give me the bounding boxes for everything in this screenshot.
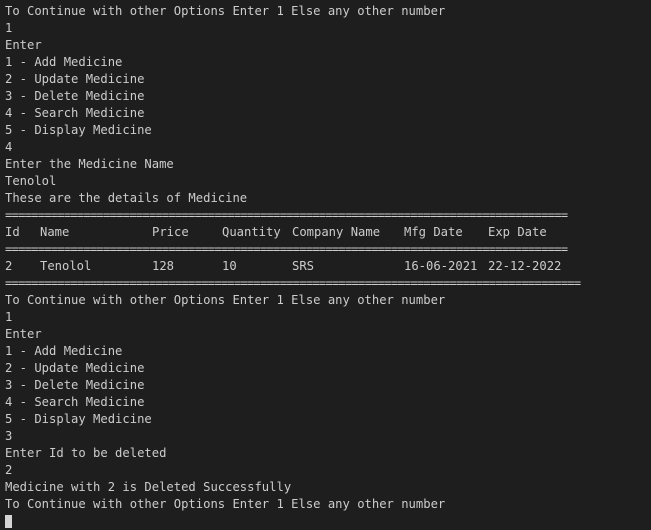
menu-option: 5 - Display Medicine bbox=[5, 412, 152, 426]
output-line: Enter bbox=[5, 327, 42, 341]
menu-option: 3 - Delete Medicine bbox=[5, 378, 145, 392]
column-header-exp-date: Exp Date bbox=[488, 225, 547, 239]
output-line: To Continue with other Options Enter 1 E… bbox=[5, 4, 446, 18]
table-header: Id Name Price Quantity Company Name Mfg … bbox=[5, 224, 651, 241]
text-cursor bbox=[5, 515, 12, 528]
input-line[interactable] bbox=[5, 513, 651, 530]
menu-option: 4 - Search Medicine bbox=[5, 395, 145, 409]
menu-option: 5 - Display Medicine bbox=[5, 123, 152, 137]
output-line: 4 bbox=[5, 140, 13, 154]
output-line: Enter Id to be deleted bbox=[5, 446, 167, 460]
cell-mfg-date: 16-06-2021 bbox=[404, 259, 478, 273]
menu-option: 2 - Update Medicine bbox=[5, 361, 145, 375]
output-line: 1 bbox=[5, 310, 13, 324]
output-line: 2 bbox=[5, 463, 13, 477]
output-line: 3 bbox=[5, 429, 13, 443]
menu-option: 3 - Delete Medicine bbox=[5, 89, 145, 103]
output-line: To Continue with other Options Enter 1 E… bbox=[5, 293, 446, 307]
cell-company: SRS bbox=[292, 259, 315, 273]
cell-name: Tenolol bbox=[40, 259, 92, 273]
output-line: Enter the Medicine Name bbox=[5, 157, 174, 171]
terminal-output[interactable]: To Continue with other Options Enter 1 E… bbox=[0, 0, 651, 528]
cell-price: 128 bbox=[152, 259, 175, 273]
table-separator: ========================================… bbox=[5, 242, 568, 256]
table-separator: ========================================… bbox=[5, 208, 568, 222]
table-separator: ========================================… bbox=[5, 276, 581, 290]
cell-id: 2 bbox=[5, 259, 13, 273]
menu-option: 1 - Add Medicine bbox=[5, 55, 123, 69]
column-header-name: Name bbox=[40, 225, 70, 239]
column-header-id: Id bbox=[5, 225, 20, 239]
menu-option: 2 - Update Medicine bbox=[5, 72, 145, 86]
column-header-quantity: Quantity bbox=[222, 225, 281, 239]
cell-exp-date: 22-12-2022 bbox=[488, 259, 562, 273]
column-header-price: Price bbox=[152, 225, 189, 239]
menu-option: 4 - Search Medicine bbox=[5, 106, 145, 120]
output-line: These are the details of Medicine bbox=[5, 191, 248, 205]
output-line: Enter bbox=[5, 38, 42, 52]
column-header-mfg-date: Mfg Date bbox=[404, 225, 463, 239]
output-line: Medicine with 2 is Deleted Successfully bbox=[5, 480, 292, 494]
output-line: To Continue with other Options Enter 1 E… bbox=[5, 497, 446, 511]
table-row: 2 Tenolol 128 10 SRS 16-06-2021 22-12-20… bbox=[5, 258, 651, 275]
menu-option: 1 - Add Medicine bbox=[5, 344, 123, 358]
output-line: 1 bbox=[5, 21, 13, 35]
output-line: Tenolol bbox=[5, 174, 57, 188]
column-header-company: Company Name bbox=[292, 225, 381, 239]
cell-quantity: 10 bbox=[222, 259, 237, 273]
